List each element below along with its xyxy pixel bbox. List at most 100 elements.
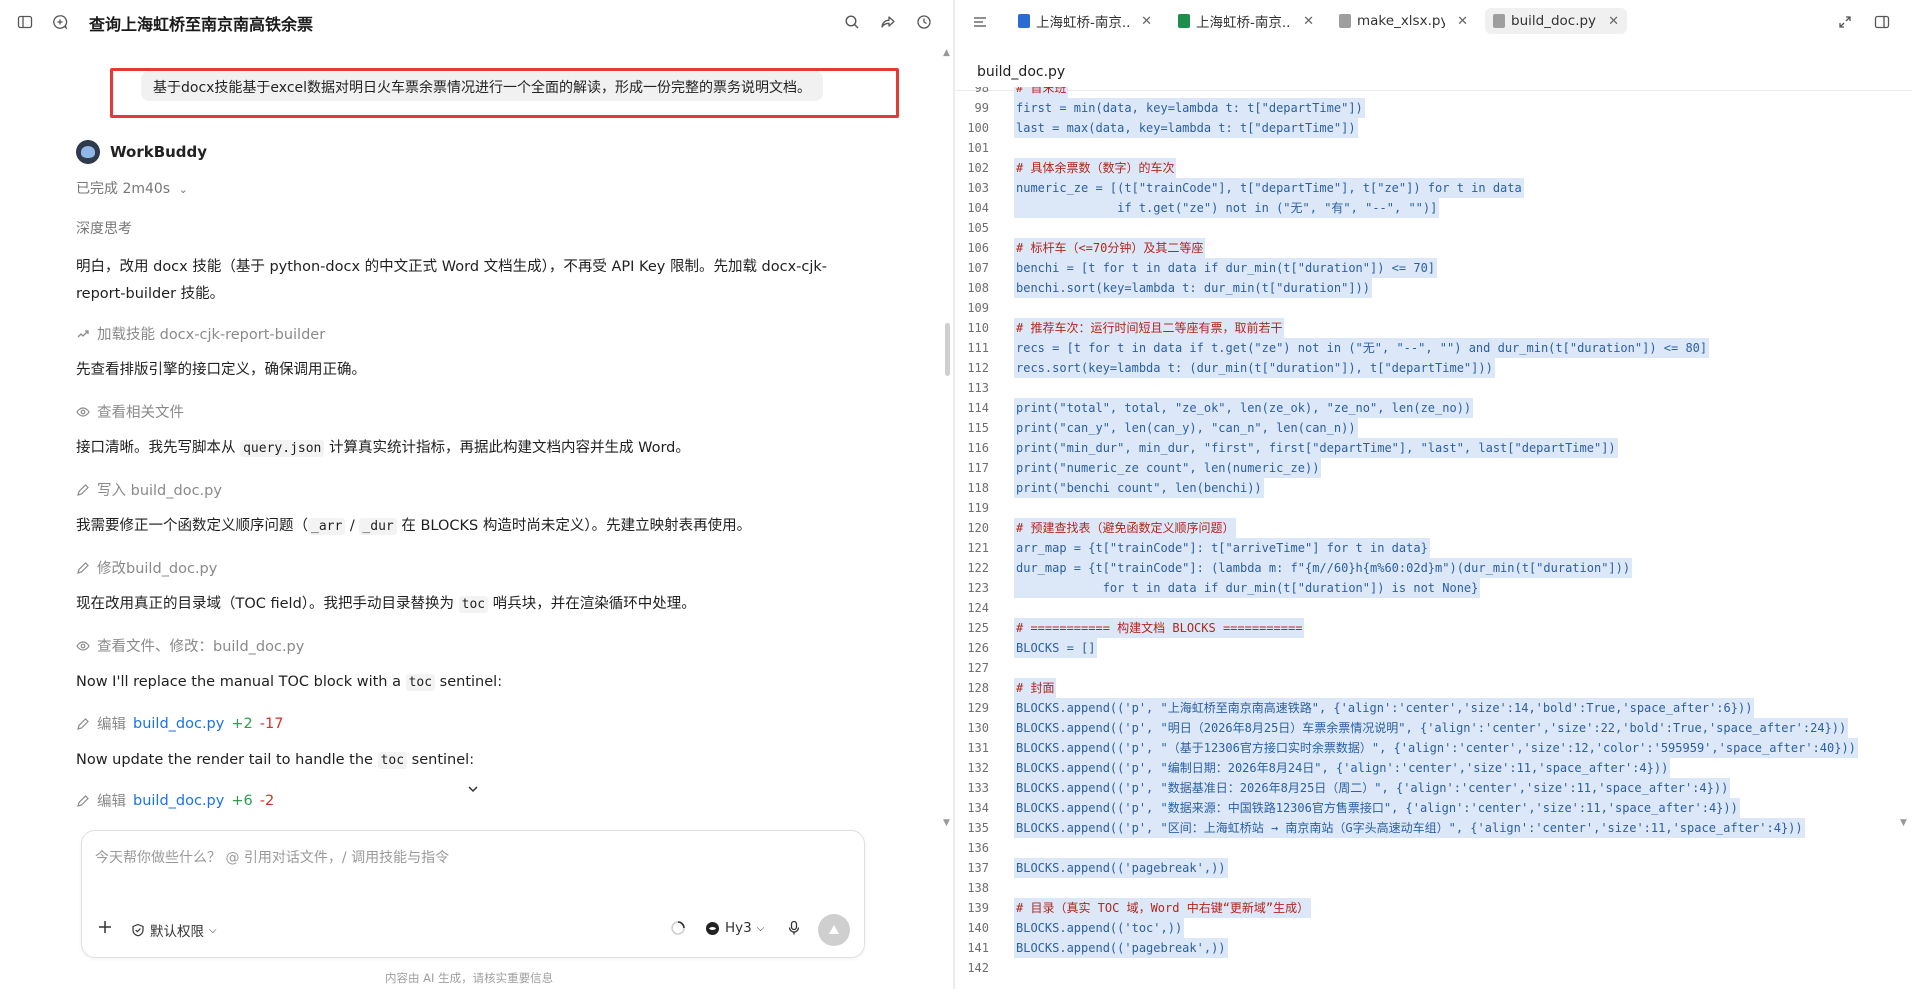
code-comment: # 封面 (1014, 678, 1057, 698)
panel-layout-icon[interactable] (1871, 11, 1893, 33)
line-number: 140 (967, 921, 989, 935)
step-modify-file[interactable]: 修改build_doc.py (76, 557, 217, 578)
code-line: 138 (955, 878, 1912, 898)
text: Now I'll replace the manual TOC block wi… (76, 674, 406, 690)
scroll-down-arrow-icon[interactable]: ▼ (943, 818, 950, 828)
lines-added: +6 (231, 792, 253, 809)
close-icon[interactable]: ✕ (1457, 14, 1468, 29)
scroll-down-icon[interactable] (462, 778, 484, 800)
code-comment: # 首末班 (1014, 87, 1069, 98)
editor-tab[interactable]: 上海虹桥-南京... ✕ (1010, 8, 1160, 34)
tab-label: 上海虹桥-南京... (1036, 15, 1130, 31)
editor-tab[interactable]: build_doc.py ✕ (1485, 8, 1627, 34)
menu-icon[interactable] (969, 11, 991, 33)
text: 我需要修正一个函数定义顺序问题（ (76, 518, 308, 534)
thinking-label[interactable]: 深度思考 (76, 218, 132, 238)
code-line: 109 (955, 298, 1912, 318)
line-number: 129 (967, 701, 989, 715)
close-icon[interactable]: ✕ (1141, 14, 1152, 29)
step-view-modify[interactable]: 查看文件、修改：build_doc.py (76, 635, 304, 656)
line-number: 111 (967, 341, 989, 355)
share-icon[interactable] (877, 11, 899, 33)
model-label: Hy3 (725, 920, 752, 936)
inline-code: query.json (240, 440, 325, 457)
excel-file-icon (1178, 14, 1190, 28)
sidebar-toggle-icon[interactable] (14, 11, 36, 33)
code-text: BLOCKS.append(('toc',)) (1014, 918, 1185, 938)
line-number: 135 (967, 821, 989, 835)
edit-entry[interactable]: 编辑 build_doc.py +6 -2 (76, 790, 274, 811)
code-text: BLOCKS.append(('p', "数据来源：中国铁路12306官方售票接… (1014, 798, 1740, 818)
plus-icon (99, 921, 111, 933)
line-number: 138 (967, 881, 989, 895)
code-text: dur_map = {t["trainCode"]: (lambda m: f"… (1014, 558, 1633, 578)
code-line: 125 # =========== 构建文档 BLOCKS =========== (955, 618, 1912, 638)
line-number: 101 (967, 141, 989, 155)
inline-code: toc (458, 596, 489, 613)
edit-file-link[interactable]: build_doc.py (133, 793, 224, 809)
code-line: 120 # 预建查找表（避免函数定义顺序问题） (955, 518, 1912, 538)
code-text: BLOCKS.append(('p', "（基于12306官方接口实时余票数据）… (1014, 738, 1858, 758)
close-icon[interactable]: ✕ (1303, 14, 1314, 29)
code-line: 105 (955, 218, 1912, 238)
text: sentinel: (407, 752, 475, 768)
step-view-files[interactable]: 查看相关文件 (76, 401, 184, 422)
model-selector[interactable]: Hy3 ⌵ (705, 920, 764, 936)
editor-tab[interactable]: make_xlsx.py ✕ (1331, 8, 1476, 34)
lines-removed: -2 (259, 792, 275, 809)
status-text: 已完成 2m40s (76, 181, 171, 197)
editor-tabbar: 上海虹桥-南京... ✕ 上海虹桥-南京... ✕ make_xlsx.py ✕ build… (955, 0, 1912, 42)
line-number: 133 (967, 781, 989, 795)
text: 接口清晰。我先写脚本从 (76, 440, 241, 456)
step-write-file[interactable]: 写入 build_doc.py (76, 479, 222, 500)
code-line: 113 (955, 378, 1912, 398)
permission-selector[interactable]: 默认权限 ⌵ (131, 920, 217, 940)
line-number: 102 (967, 161, 989, 175)
code-text: print("total", total, "ze_ok", len(ze_ok… (1014, 398, 1474, 418)
line-number: 98 (974, 87, 989, 95)
line-number: 103 (967, 181, 989, 195)
chat-title: 查询上海虹桥至南京南高铁余票 (89, 15, 314, 34)
code-comment: # =========== 构建文档 BLOCKS =========== (1014, 618, 1305, 638)
code-text: for t in data if dur_min(t["duration"]) … (1014, 578, 1481, 598)
add-attachment-button[interactable] (97, 919, 113, 935)
pencil-icon (76, 794, 90, 808)
editor-panel: 上海虹桥-南京... ✕ 上海虹桥-南京... ✕ make_xlsx.py ✕ build… (955, 0, 1912, 989)
new-chat-icon[interactable] (49, 11, 71, 33)
line-number: 116 (967, 441, 989, 455)
line-number: 123 (967, 581, 989, 595)
chat-scrollbar-thumb[interactable] (945, 323, 950, 376)
code-line: 130 BLOCKS.append(('p', "明日（2026年8月25日）车票… (955, 718, 1912, 738)
line-number: 114 (967, 401, 989, 415)
line-number: 106 (967, 241, 989, 255)
close-icon[interactable]: ✕ (1608, 14, 1619, 29)
edit-entry[interactable]: 编辑 build_doc.py +2 -17 (76, 713, 283, 734)
code-comment: # 预建查找表（避免函数定义顺序问题） (1014, 518, 1237, 538)
line-number: 137 (967, 861, 989, 875)
scroll-up-arrow-icon[interactable]: ▲ (943, 48, 950, 58)
code-line: 98 # 首末班 (955, 87, 1912, 98)
edit-file-link[interactable]: build_doc.py (133, 716, 224, 732)
line-number: 119 (967, 501, 989, 515)
code-text: recs = [t for t in data if t.get("ze") n… (1014, 338, 1710, 358)
code-line: 117 print("numeric_ze count", len(numeric… (955, 458, 1912, 478)
editor-scroll-down-icon[interactable]: ▼ (1900, 818, 1907, 828)
inline-code: _dur (359, 518, 397, 535)
expand-icon[interactable] (1834, 11, 1856, 33)
line-number: 136 (967, 841, 989, 855)
code-line: 107 benchi = [t for t in data if dur_min(… (955, 258, 1912, 278)
text: sentinel: (435, 674, 503, 690)
editor-tab[interactable]: 上海虹桥-南京... ✕ (1170, 8, 1322, 34)
search-icon[interactable] (841, 11, 863, 33)
message-paragraph: 现在改用真正的目录域（TOC field）。我把手动目录替换为 toc 哨兵块，… (76, 591, 866, 618)
microphone-icon[interactable] (787, 920, 801, 936)
send-button[interactable] (818, 914, 850, 946)
text: / (345, 518, 360, 534)
code-editor[interactable]: 98 # 首末班 99 first = min(data, key=lambda t:… (955, 87, 1912, 989)
history-icon[interactable] (913, 11, 935, 33)
code-line: 101 (955, 138, 1912, 158)
inline-code: toc (377, 752, 408, 769)
completion-status[interactable]: 已完成 2m40s ⌄ (76, 178, 188, 198)
chat-input-placeholder[interactable]: 今天帮你做些什么？ @ 引用对话文件，/ 调用技能与指令 (95, 847, 449, 867)
step-load-skill[interactable]: 加载技能 docx-cjk-report-builder (76, 323, 325, 344)
